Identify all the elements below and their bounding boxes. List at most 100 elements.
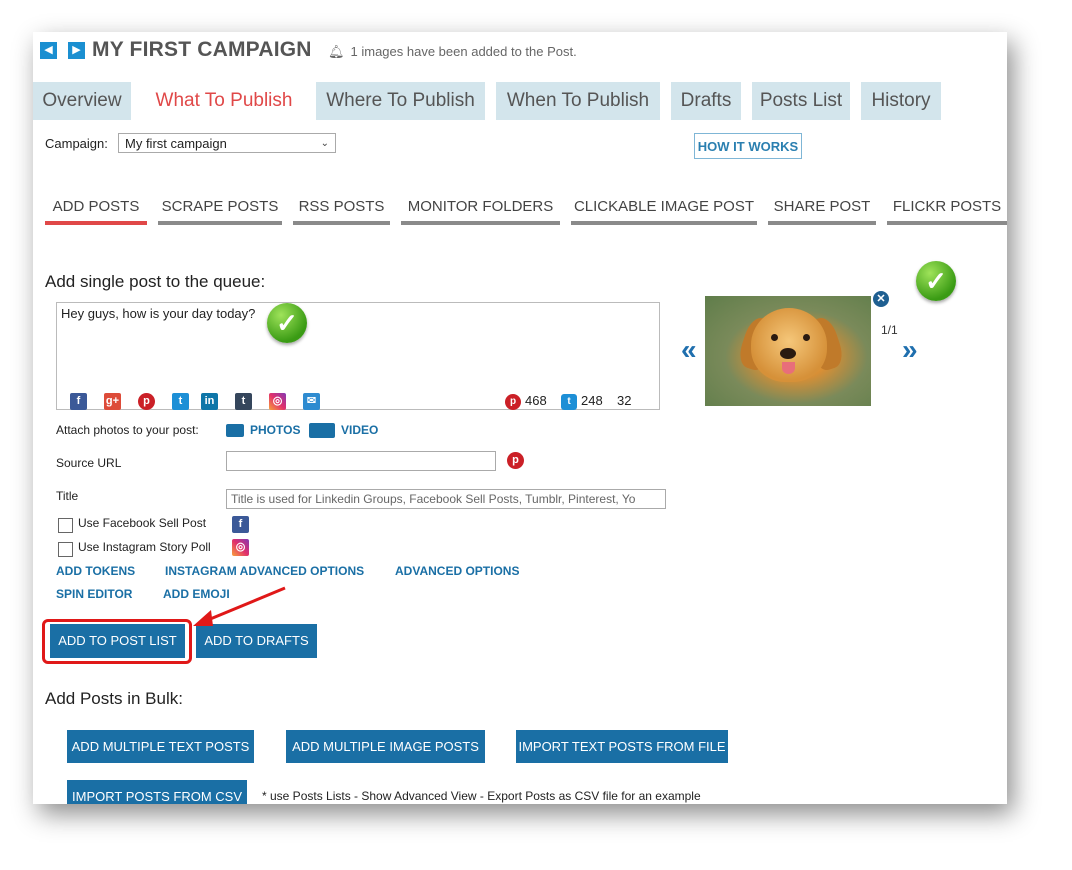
subtab-flickr-posts[interactable]: FLICKR POSTS bbox=[887, 198, 1007, 225]
photos-label: PHOTOS bbox=[250, 423, 301, 437]
twitter-icon: t bbox=[561, 393, 577, 410]
title-input[interactable]: Title is used for Linkedin Groups, Faceb… bbox=[226, 489, 666, 509]
subtab-scrape-posts[interactable]: SCRAPE POSTS bbox=[158, 198, 282, 225]
image-pager: 1/1 bbox=[881, 323, 898, 337]
app-window: ◀ ▶ MY FIRST CAMPAIGN 🔔︎ 1 images have be… bbox=[33, 32, 1007, 804]
image-preview bbox=[705, 296, 871, 406]
other-count: 32 bbox=[617, 393, 632, 408]
subtab-add-posts[interactable]: ADD POSTS bbox=[45, 198, 147, 225]
add-to-drafts-button[interactable]: ADD TO DRAFTS bbox=[196, 624, 317, 658]
attach-label: Attach photos to your post: bbox=[56, 423, 199, 437]
subtab-underline bbox=[571, 221, 757, 225]
check-icon: ✓ bbox=[267, 303, 307, 343]
facebook-sell-label: Use Facebook Sell Post bbox=[78, 516, 207, 530]
subtab-share-post[interactable]: SHARE POST bbox=[768, 198, 876, 225]
tab-when-to-publish[interactable]: When To Publish bbox=[496, 82, 660, 120]
email-icon[interactable]: ✉ bbox=[303, 393, 320, 410]
pinterest-icon: p bbox=[505, 393, 521, 410]
bell-icon: 🔔︎ bbox=[328, 44, 345, 59]
tab-history[interactable]: History bbox=[861, 82, 941, 120]
linkedin-icon[interactable]: in bbox=[201, 393, 218, 410]
tumblr-icon[interactable]: t bbox=[235, 393, 252, 410]
subtab-underline bbox=[45, 221, 147, 225]
add-to-post-list-button[interactable]: ADD TO POST LIST bbox=[50, 624, 185, 658]
next-campaign-button[interactable]: ▶ bbox=[68, 42, 85, 59]
post-text-input[interactable]: Hey guys, how is your day today? ✓ f g+ … bbox=[56, 302, 660, 410]
camera-icon bbox=[226, 424, 244, 438]
tab-drafts[interactable]: Drafts bbox=[671, 82, 741, 120]
twitter-icon[interactable]: t bbox=[172, 393, 189, 410]
source-url-label: Source URL bbox=[56, 456, 122, 470]
subtab-clickable-image-post[interactable]: CLICKABLE IMAGE POST bbox=[571, 198, 757, 225]
add-emoji-link[interactable]: ADD EMOJI bbox=[163, 587, 230, 601]
tab-where-to-publish[interactable]: Where To Publish bbox=[316, 82, 485, 120]
facebook-icon: f bbox=[232, 516, 249, 533]
subtab-label: SHARE POST bbox=[773, 198, 871, 215]
advanced-options-link[interactable]: ADVANCED OPTIONS bbox=[395, 564, 519, 578]
photos-link[interactable]: PHOTOS bbox=[226, 423, 301, 438]
subtab-underline bbox=[768, 221, 876, 225]
subtab-rss-posts[interactable]: RSS POSTS bbox=[293, 198, 390, 225]
title-label: Title bbox=[56, 489, 79, 503]
source-url-input[interactable] bbox=[226, 451, 496, 471]
subtab-label: RSS POSTS bbox=[298, 198, 385, 215]
pinterest-counter: p 468 bbox=[505, 393, 547, 410]
puppy-eye bbox=[771, 334, 778, 341]
subtab-label: ADD POSTS bbox=[52, 198, 140, 215]
campaign-select[interactable]: My first campaign ⌄ bbox=[118, 133, 336, 153]
notification: 🔔︎ 1 images have been added to the Post. bbox=[328, 44, 577, 60]
subtab-label: MONITOR FOLDERS bbox=[407, 198, 554, 215]
video-camera-icon bbox=[309, 423, 335, 439]
campaign-select-value: My first campaign bbox=[125, 136, 227, 151]
csv-note: * use Posts Lists - Show Advanced View -… bbox=[262, 789, 701, 803]
add-multiple-text-posts-button[interactable]: ADD MULTIPLE TEXT POSTS bbox=[67, 730, 254, 763]
tab-posts-list[interactable]: Posts List bbox=[752, 82, 850, 120]
main-tabs: Overview What To Publish Where To Publis… bbox=[33, 82, 1007, 120]
pinterest-icon[interactable]: p bbox=[507, 452, 524, 469]
subtab-label: FLICKR POSTS bbox=[892, 198, 1002, 215]
campaign-label: Campaign: bbox=[45, 136, 108, 151]
puppy-tongue bbox=[782, 362, 795, 374]
spin-editor-link[interactable]: SPIN EDITOR bbox=[56, 587, 132, 601]
puppy-nose bbox=[780, 348, 796, 359]
subtab-underline bbox=[158, 221, 282, 225]
import-text-posts-button[interactable]: IMPORT TEXT POSTS FROM FILE bbox=[516, 730, 728, 763]
add-multiple-image-posts-button[interactable]: ADD MULTIPLE IMAGE POSTS bbox=[286, 730, 485, 763]
instagram-poll-label: Use Instagram Story Poll bbox=[78, 540, 211, 554]
puppy-eye bbox=[803, 334, 810, 341]
tab-what-to-publish[interactable]: What To Publish bbox=[143, 82, 305, 120]
single-post-heading: Add single post to the queue: bbox=[45, 272, 266, 291]
video-link[interactable]: VIDEO bbox=[309, 423, 379, 439]
google-plus-icon[interactable]: g+ bbox=[104, 393, 121, 410]
facebook-icon[interactable]: f bbox=[70, 393, 87, 410]
subtab-monitor-folders[interactable]: MONITOR FOLDERS bbox=[401, 198, 560, 225]
twitter-count: 248 bbox=[581, 393, 603, 408]
campaign-title: MY FIRST CAMPAIGN bbox=[92, 38, 312, 61]
video-label: VIDEO bbox=[341, 423, 379, 437]
chevron-down-icon: ⌄ bbox=[320, 138, 329, 149]
check-icon: ✓ bbox=[916, 261, 956, 301]
pinterest-icon[interactable]: p bbox=[138, 393, 155, 410]
next-image-arrow[interactable]: » bbox=[902, 334, 918, 366]
tab-overview[interactable]: Overview bbox=[33, 82, 131, 120]
close-icon[interactable]: ✕ bbox=[873, 291, 889, 307]
instagram-icon[interactable]: ◎ bbox=[269, 393, 286, 410]
import-posts-from-csv-button[interactable]: IMPORT POSTS FROM CSV bbox=[67, 780, 247, 804]
facebook-sell-checkbox[interactable] bbox=[58, 518, 73, 533]
post-text: Hey guys, how is your day today? bbox=[61, 306, 256, 321]
notification-text: 1 images have been added to the Post. bbox=[350, 44, 577, 59]
subtab-label: SCRAPE POSTS bbox=[161, 198, 279, 215]
prev-campaign-button[interactable]: ◀ bbox=[40, 42, 57, 59]
add-tokens-link[interactable]: ADD TOKENS bbox=[56, 564, 135, 578]
bulk-heading: Add Posts in Bulk: bbox=[45, 689, 183, 708]
instagram-poll-checkbox[interactable] bbox=[58, 542, 73, 557]
instagram-advanced-options-link[interactable]: INSTAGRAM ADVANCED OPTIONS bbox=[165, 564, 364, 578]
how-it-works-button[interactable]: HOW IT WORKS bbox=[694, 133, 802, 159]
instagram-icon: ◎ bbox=[232, 539, 249, 556]
twitter-counter: t 248 bbox=[561, 393, 603, 410]
subtab-label: CLICKABLE IMAGE POST bbox=[573, 198, 755, 215]
subtab-underline bbox=[401, 221, 560, 225]
subtab-underline bbox=[293, 221, 390, 225]
pinterest-count: 468 bbox=[525, 393, 547, 408]
prev-image-arrow[interactable]: « bbox=[681, 334, 697, 366]
